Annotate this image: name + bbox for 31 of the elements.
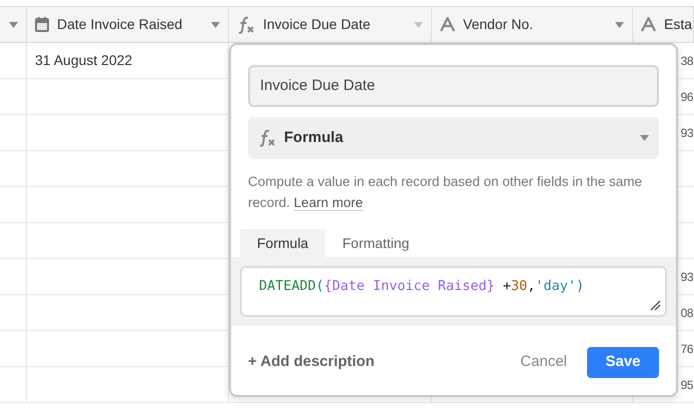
- text-field-icon: [440, 17, 455, 32]
- table-cell-text: 76: [680, 340, 693, 358]
- caret-icon[interactable]: [211, 22, 220, 28]
- field-type-dropdown[interactable]: Formula: [248, 117, 659, 159]
- table-cell-text: 31 August 2022: [35, 51, 132, 70]
- column-header[interactable]: Date Invoice Raised: [27, 7, 229, 42]
- table-cell-text: 93: [680, 124, 693, 142]
- caret-icon[interactable]: [615, 22, 624, 28]
- resize-handle-icon[interactable]: [650, 300, 661, 311]
- column-header[interactable]: Vendor No.: [432, 7, 633, 42]
- caret-icon[interactable]: [640, 135, 649, 141]
- field-name-input[interactable]: Invoice Due Date: [248, 65, 659, 107]
- formula-editor[interactable]: DATEADD({Date Invoice Raised} +30,'day'): [240, 266, 667, 317]
- column-header[interactable]: Esta: [633, 7, 694, 42]
- function-icon: [237, 16, 255, 34]
- function-icon: [258, 129, 276, 147]
- column-header[interactable]: Invoice Due Date: [229, 7, 432, 42]
- description-text: Compute a value in each record based on other fields in the same record. Learn more: [248, 173, 643, 213]
- table-cell-text: 08: [680, 304, 693, 322]
- table-cell-text: 95: [680, 376, 693, 394]
- table-cell-text: 93: [680, 268, 693, 286]
- calendar-icon: [35, 17, 49, 32]
- learn-more-link[interactable]: Learn more: [294, 195, 363, 211]
- tab[interactable]: Formula: [240, 229, 326, 257]
- add-description-button[interactable]: + Add description: [248, 351, 375, 374]
- caret-icon[interactable]: [9, 22, 18, 28]
- table-cell-text: 96: [680, 88, 693, 106]
- cancel-button[interactable]: Cancel: [520, 351, 567, 374]
- save-button[interactable]: Save: [587, 347, 659, 378]
- table-cell-text: 38: [680, 52, 693, 70]
- text-field-icon: [641, 17, 656, 32]
